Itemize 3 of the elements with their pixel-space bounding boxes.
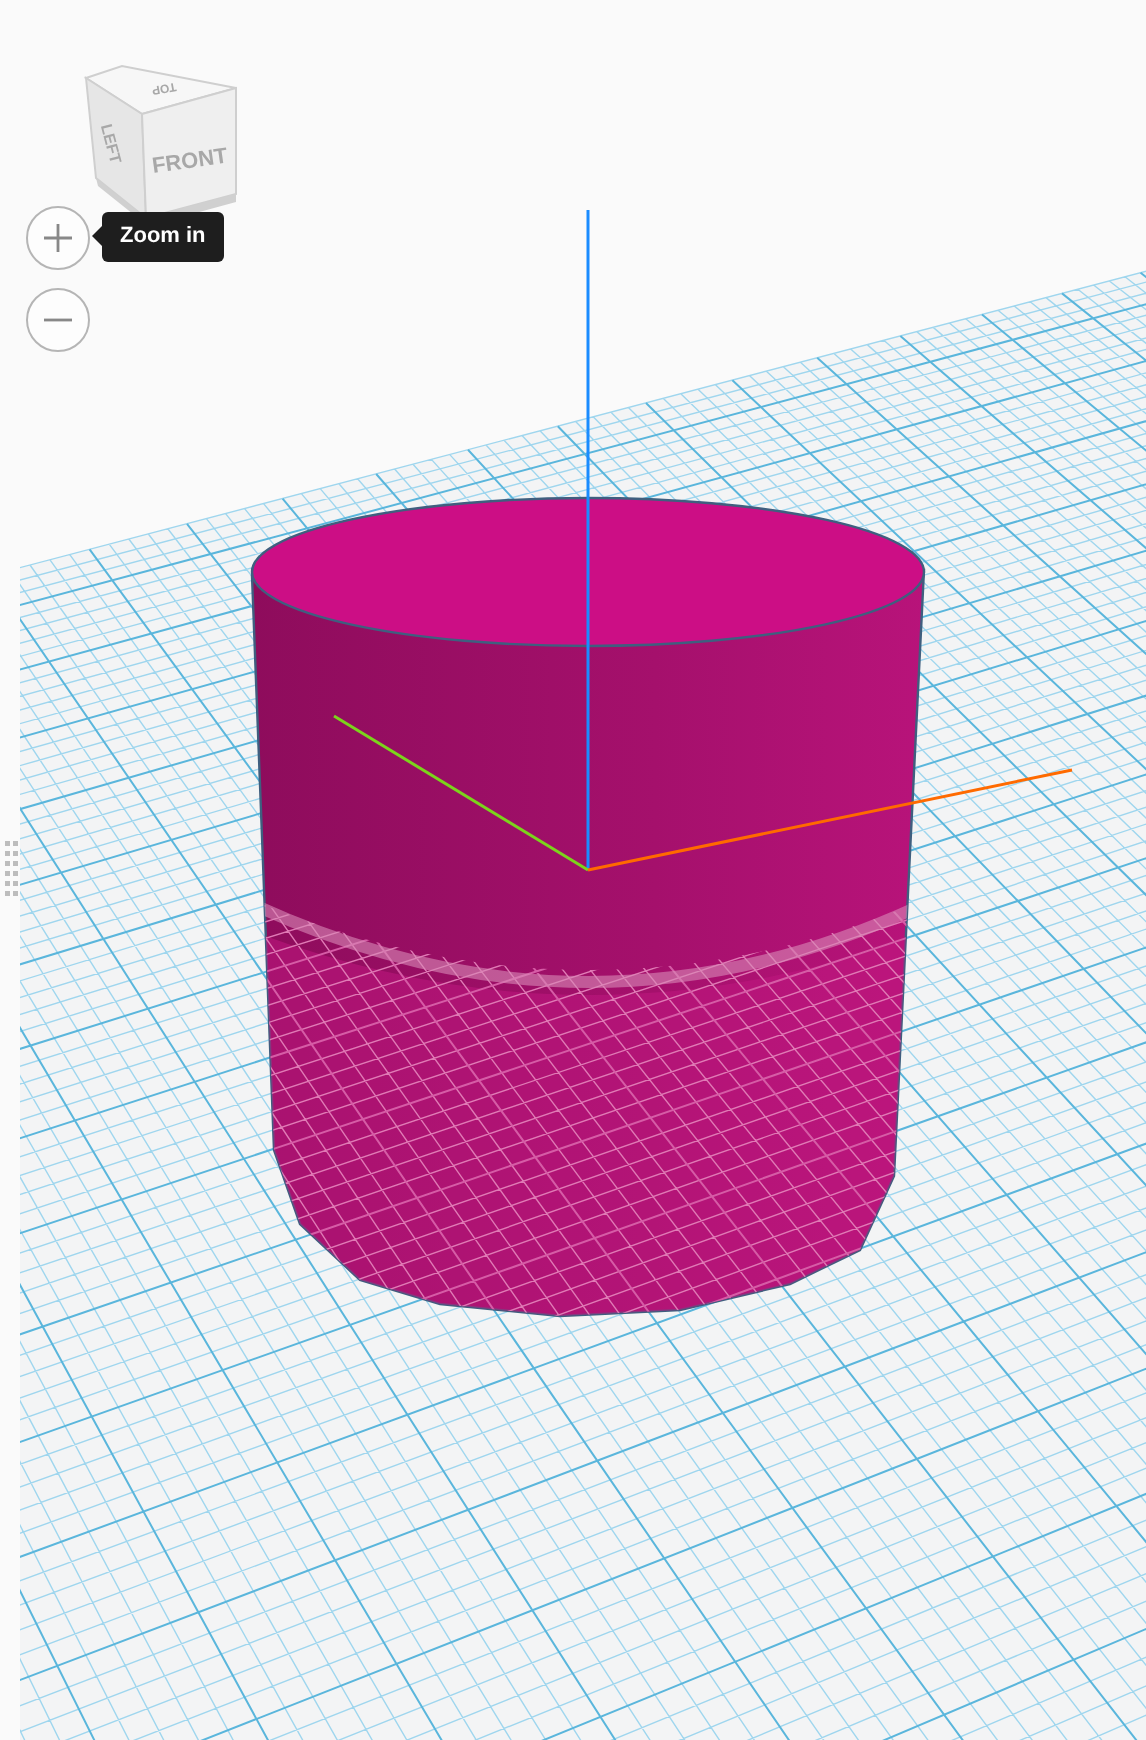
cube-face-label: FRONT: [150, 144, 230, 179]
tooltip: Zoom in: [102, 212, 224, 262]
cube-face-label: LEFT: [96, 122, 125, 166]
